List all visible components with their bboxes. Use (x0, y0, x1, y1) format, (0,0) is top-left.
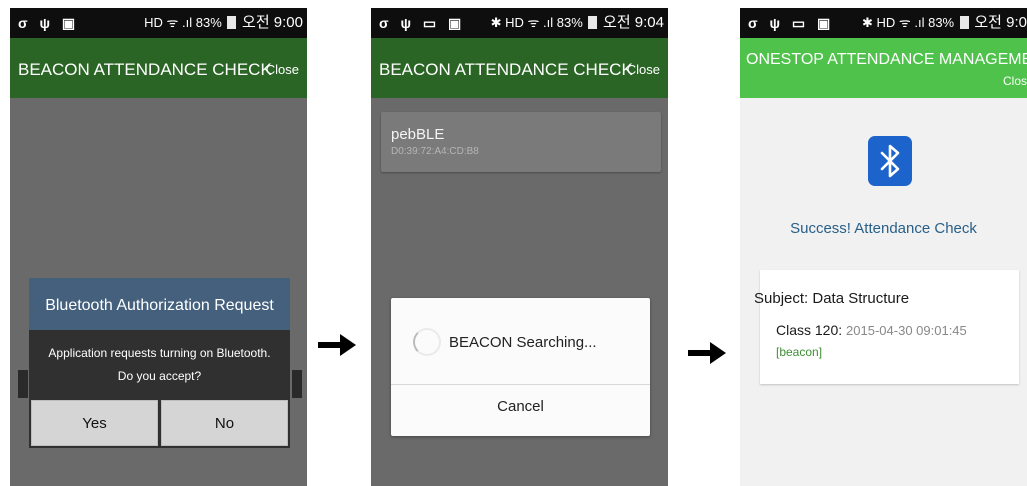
status-time: 오전 9:04 (603, 14, 664, 31)
attendance-result-card: Subject: Data Structure Class 120: 2015-… (754, 270, 1019, 384)
right-arrow-icon (318, 334, 356, 356)
status-icons-left: σ ψ ▭ ▣ (379, 15, 466, 31)
cancel-button[interactable]: Cancel (391, 398, 650, 415)
device-list-item[interactable]: pebBLE D0:39:72:A4:CD:B8 (381, 112, 661, 172)
yes-button[interactable]: Yes (31, 400, 158, 446)
dialog-question: Do you accept? (117, 369, 202, 383)
dialog-buttons: Yes No (29, 400, 290, 448)
screen-beacon-searching: σ ψ ▭ ▣ ✱ HD ᯤ .ıl 83% 오전 9:04 BEACON AT… (371, 8, 668, 486)
screen-attendance-success: σ ψ ▭ ▣ ✱ HD ᯤ .ıl 83% 오전 9:0 ONESTOP AT… (740, 8, 1027, 486)
bluetooth-authorization-dialog: Bluetooth Authorization Request Applicat… (29, 278, 290, 448)
status-icons-right: HD ᯤ .ıl 83% (144, 15, 222, 30)
searching-message: BEACON Searching... (449, 334, 597, 351)
status-bar: σ ψ ▭ ▣ ✱ HD ᯤ .ıl 83% 오전 9:0 (740, 8, 1027, 38)
status-icons-right: ✱ HD ᯤ .ıl 83% (490, 15, 583, 30)
dimmed-content: Bluetooth Authorization Request Applicat… (10, 98, 307, 486)
dimmed-content: pebBLE D0:39:72:A4:CD:B8 BEACON Searchin… (371, 98, 668, 486)
background-ghost (292, 370, 302, 398)
background-ghost (18, 370, 28, 398)
battery-icon (227, 16, 237, 29)
dialog-message: Application requests turning on Bluetoot… (48, 346, 271, 360)
app-title: BEACON ATTENDANCE CHECK (18, 60, 272, 79)
app-title: ONESTOP ATTENDANCE MANAGEMENT (746, 51, 1027, 68)
spinner-icon (413, 328, 441, 356)
battery-icon (588, 16, 598, 29)
app-bar: BEACON ATTENDANCE CHECK Close (371, 38, 668, 98)
close-button[interactable]: Close (266, 62, 299, 77)
status-bar: σ ψ ▣ HD ᯤ .ıl 83% 오전 9:00 (10, 8, 307, 38)
battery-icon (959, 16, 969, 29)
divider (391, 384, 650, 385)
screen-bluetooth-request: σ ψ ▣ HD ᯤ .ıl 83% 오전 9:00 BEACON ATTEND… (10, 8, 307, 486)
app-title: BEACON ATTENDANCE CHECK (379, 60, 633, 79)
bluetooth-icon (868, 136, 912, 186)
device-name: pebBLE (391, 126, 445, 143)
close-button[interactable]: Close (627, 62, 660, 77)
close-button[interactable]: Clos (1003, 74, 1027, 88)
status-time: 오전 9:00 (242, 14, 303, 31)
subject-label: Subject: Data Structure (754, 290, 910, 307)
searching-dialog: BEACON Searching... Cancel (391, 298, 650, 436)
dialog-title: Bluetooth Authorization Request (29, 278, 290, 330)
status-bar: σ ψ ▭ ▣ ✱ HD ᯤ .ıl 83% 오전 9:04 (371, 8, 668, 38)
status-time: 오전 9:0 (974, 14, 1027, 31)
class-label: Class 120: (776, 322, 847, 338)
status-icons-left: σ ψ ▭ ▣ (748, 15, 835, 31)
check-datetime: 2015-04-30 09:01:45 (846, 323, 967, 338)
status-icons-left: σ ψ ▣ (18, 15, 80, 31)
device-mac-address: D0:39:72:A4:CD:B8 (391, 146, 479, 157)
content: Success! Attendance Check Subject: Data … (740, 98, 1027, 486)
status-icons-right: ✱ HD ᯤ .ıl 83% (862, 15, 955, 30)
check-method-tag: [beacon] (776, 345, 823, 359)
right-arrow-icon (688, 342, 726, 364)
app-bar: BEACON ATTENDANCE CHECK Close (10, 38, 307, 98)
no-button[interactable]: No (161, 400, 288, 446)
app-bar: ONESTOP ATTENDANCE MANAGEMENT Clos (740, 38, 1027, 98)
success-message: Success! Attendance Check (790, 220, 977, 237)
